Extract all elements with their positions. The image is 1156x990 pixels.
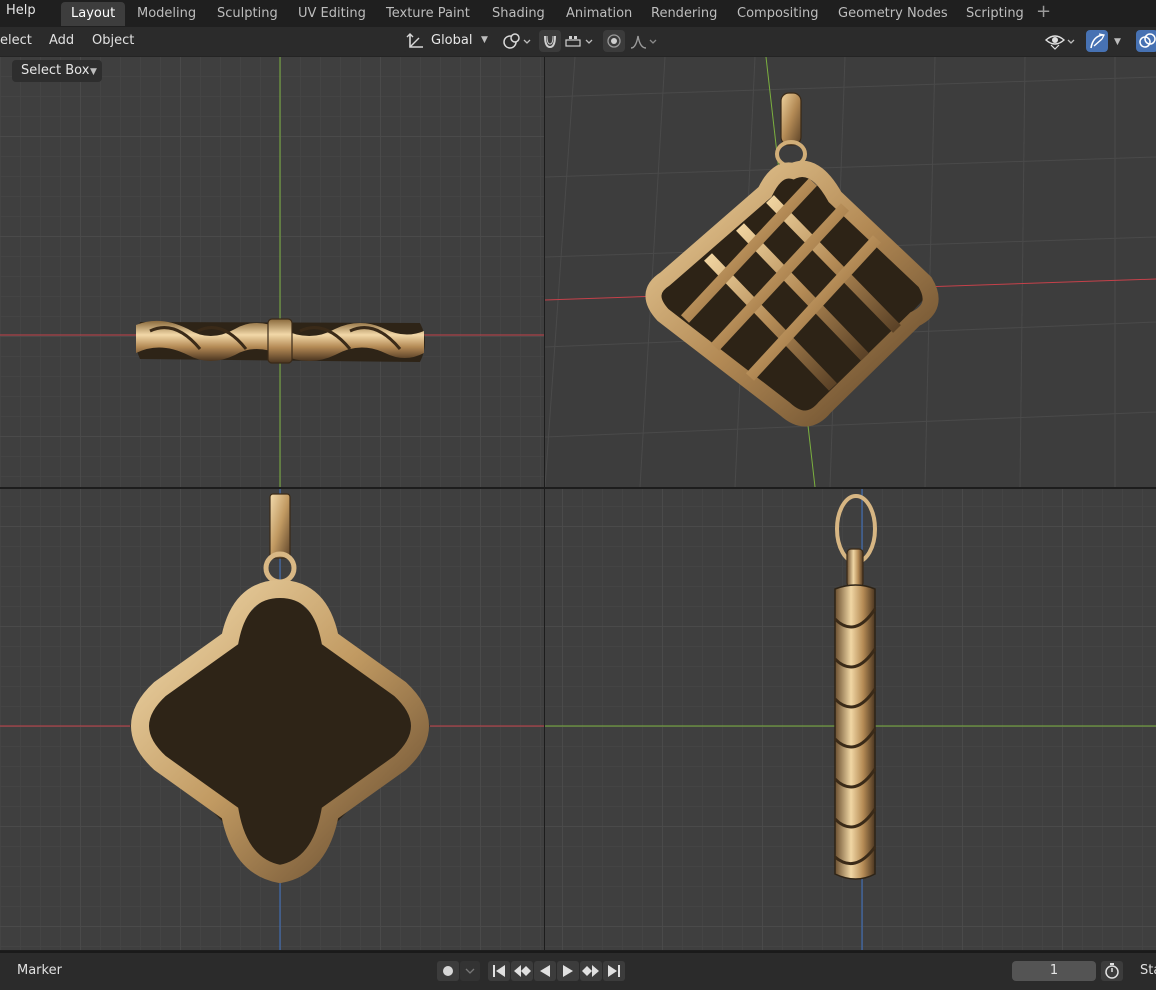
tab-geometry-nodes[interactable]: Geometry Nodes (828, 2, 958, 26)
orientation-value: Global (431, 33, 473, 48)
play-reverse-icon (540, 965, 550, 977)
viewport-header: elect Add Object Global ▼ ▼ (0, 27, 1156, 57)
viewport-top-left[interactable] (0, 57, 544, 487)
start-frame-label[interactable]: Sta (1140, 963, 1156, 978)
play-button[interactable] (557, 961, 579, 981)
viewport-top-right[interactable] (545, 57, 1156, 487)
tab-layout[interactable]: Layout (61, 2, 126, 26)
snap-target-dropdown[interactable] (562, 30, 598, 52)
chevron-down-icon: ▼ (90, 67, 97, 77)
prev-keyframe-icon (514, 965, 531, 977)
falloff-curve-icon (630, 35, 657, 49)
help-menu[interactable]: Help (6, 3, 36, 18)
pendant-perspective (645, 92, 939, 427)
magnet-snap-icon (544, 35, 556, 49)
chevron-down-icon[interactable]: ▼ (1114, 37, 1121, 47)
next-keyframe-button[interactable] (580, 961, 602, 981)
eye-icon (1044, 35, 1075, 50)
tab-scripting[interactable]: Scripting (956, 2, 1034, 26)
jump-end-button[interactable] (603, 961, 625, 981)
overlay-icon (1139, 33, 1156, 48)
viewport-scene (545, 489, 1156, 950)
chevron-down-icon: ▼ (481, 35, 488, 45)
viewport-bottom-right[interactable] (545, 489, 1156, 950)
tab-modeling[interactable]: Modeling (127, 2, 206, 26)
viewport-scene (545, 57, 1156, 487)
pivot-point-button[interactable] (499, 30, 535, 52)
visibility-dropdown[interactable] (1043, 30, 1081, 52)
pendant-front-view (130, 493, 430, 884)
tab-compositing[interactable]: Compositing (727, 2, 829, 26)
record-icon (443, 966, 453, 976)
jump-start-icon (493, 965, 505, 977)
play-reverse-button[interactable] (534, 961, 556, 981)
gizmo-toggle[interactable] (1086, 30, 1108, 52)
marker-menu[interactable]: Marker (17, 963, 62, 978)
tab-shading[interactable]: Shading (482, 2, 555, 26)
next-keyframe-icon (582, 965, 599, 977)
gizmo-icon (1090, 33, 1105, 49)
falloff-dropdown[interactable] (628, 30, 662, 52)
tab-animation[interactable]: Animation (556, 2, 642, 26)
workspace-bar: Help Layout Modeling Sculpting UV Editin… (0, 0, 1156, 27)
jump-start-button[interactable] (488, 961, 510, 981)
current-frame-field[interactable]: 1 (1012, 961, 1096, 981)
proportional-edit-toggle[interactable] (603, 30, 625, 52)
keying-dropdown[interactable] (460, 961, 480, 981)
plus-icon[interactable]: + (1036, 1, 1051, 22)
chevron-down-icon (465, 968, 475, 974)
viewport-scene (0, 57, 544, 487)
prev-keyframe-button[interactable] (511, 961, 533, 981)
proportional-edit-icon (607, 34, 621, 48)
snap-toggle[interactable] (539, 30, 561, 52)
tab-rendering[interactable]: Rendering (641, 2, 727, 26)
tab-sculpting[interactable]: Sculpting (207, 2, 288, 26)
object-menu[interactable]: Object (92, 33, 134, 48)
play-icon (563, 965, 573, 977)
pendant-side-view (136, 318, 425, 364)
select-mode-label: Select Box (21, 63, 90, 78)
overlay-toggle[interactable] (1136, 30, 1156, 52)
tab-uv-editing[interactable]: UV Editing (288, 2, 376, 26)
stopwatch-icon (1105, 963, 1119, 979)
select-menu[interactable]: elect (0, 33, 32, 48)
playback-timer-button[interactable] (1101, 961, 1123, 981)
tab-texture-paint[interactable]: Texture Paint (376, 2, 480, 26)
timeline-header: Marker 1 Sta (0, 951, 1156, 990)
jump-end-icon (608, 965, 620, 977)
pendant-side-view (833, 494, 877, 880)
viewport-bottom-left[interactable] (0, 489, 544, 950)
select-box-dropdown[interactable]: Select Box ▼ (12, 60, 102, 82)
add-menu[interactable]: Add (49, 33, 74, 48)
viewport-scene (0, 489, 544, 950)
auto-keying-toggle[interactable] (437, 961, 459, 981)
snap-increment-icon (565, 36, 593, 47)
transform-orientation-dropdown[interactable]: Global ▼ (402, 30, 492, 52)
transform-orientation-icon (406, 33, 423, 48)
pivot-point-icon (503, 33, 531, 49)
